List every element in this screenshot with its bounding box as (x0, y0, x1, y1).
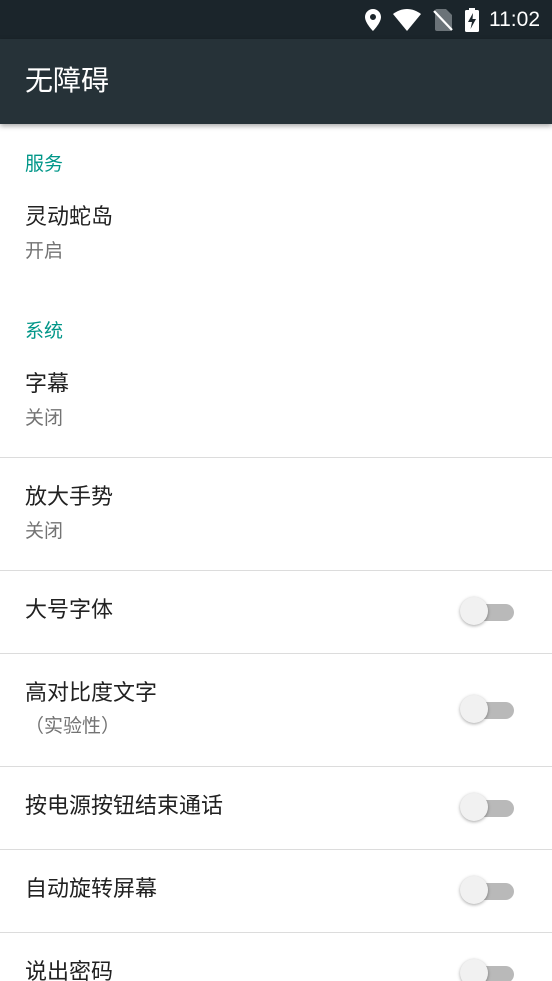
pref-summary: 关闭 (25, 520, 64, 542)
switch-thumb (460, 959, 488, 981)
app-bar: 无障碍 (0, 39, 552, 124)
speak-passwords-switch[interactable] (460, 958, 516, 981)
status-icons: 11:02 (353, 0, 540, 39)
switch-thumb (460, 695, 488, 723)
high-contrast-text-switch[interactable] (460, 694, 516, 724)
large-text-switch[interactable] (460, 596, 516, 626)
settings-list[interactable]: 服务 灵动蛇岛 开启 系统 字幕 关闭 放大手势 关闭 大号字体 高对比度文字 … (0, 124, 552, 981)
section-header-system: 系统 (25, 320, 64, 342)
pref-item-captions[interactable]: 字幕 关闭 (0, 361, 552, 457)
pref-item-auto-rotate-screen[interactable]: 自动旋转屏幕 (0, 850, 552, 932)
section-header-services: 服务 (25, 153, 64, 175)
page-title: 无障碍 (25, 64, 110, 97)
pref-summary: 关闭 (25, 407, 64, 429)
power-button-ends-call-switch[interactable] (460, 792, 516, 822)
switch-thumb (460, 793, 488, 821)
pref-title: 灵动蛇岛 (25, 205, 114, 230)
pref-summary: 开启 (25, 240, 64, 262)
pref-title: 大号字体 (25, 598, 114, 623)
pref-title: 放大手势 (25, 485, 114, 510)
pref-item-power-button-ends-call[interactable]: 按电源按钮结束通话 (0, 767, 552, 849)
pref-item-speak-passwords[interactable]: 说出密码 (0, 933, 552, 981)
switch-thumb (460, 876, 488, 904)
pref-title: 说出密码 (25, 960, 114, 981)
pref-title: 字幕 (25, 372, 70, 397)
pref-item-high-contrast-text[interactable]: 高对比度文字 （实验性） (0, 654, 552, 766)
pref-item-large-text[interactable]: 大号字体 (0, 571, 552, 653)
no-sim-icon (433, 8, 453, 31)
status-time: 11:02 (489, 7, 540, 31)
wifi-icon (393, 8, 421, 31)
status-bar: 11:02 (0, 0, 552, 39)
pref-title: 按电源按钮结束通话 (25, 794, 224, 819)
switch-thumb (460, 597, 488, 625)
location-icon (365, 8, 381, 31)
pref-title: 高对比度文字 (25, 681, 158, 706)
battery-charging-icon (465, 7, 479, 32)
auto-rotate-screen-switch[interactable] (460, 875, 516, 905)
pref-item-magnification-gestures[interactable]: 放大手势 关闭 (0, 458, 552, 570)
pref-summary: （实验性） (25, 715, 121, 737)
pref-title: 自动旋转屏幕 (25, 877, 158, 902)
pref-item-service[interactable]: 灵动蛇岛 开启 (0, 194, 552, 282)
